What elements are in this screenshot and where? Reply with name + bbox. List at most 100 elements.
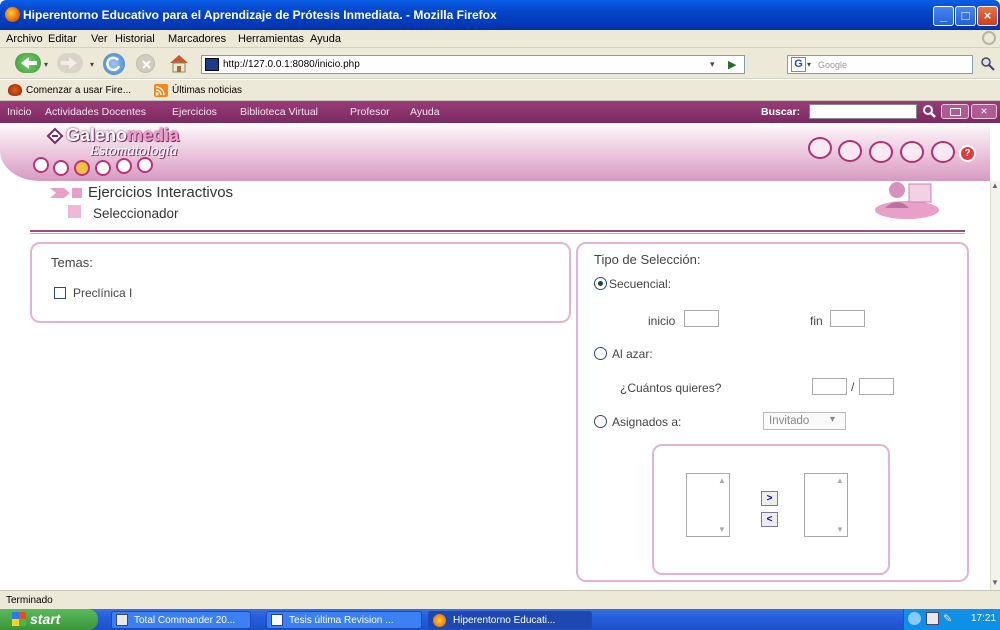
fin-input[interactable]	[830, 310, 865, 327]
selected-list[interactable]: ▲ ▼	[804, 473, 848, 537]
list-scroll-down-icon[interactable]: ▼	[836, 525, 844, 534]
scroll-down-icon[interactable]: ▼	[991, 578, 999, 587]
list-scroll-down-icon[interactable]: ▼	[718, 525, 726, 534]
home-round-icon[interactable]	[808, 137, 832, 159]
list-scroll-up-icon[interactable]: ▲	[836, 476, 844, 485]
search-small-icon[interactable]	[53, 160, 69, 176]
list-scroll-up-icon[interactable]: ▲	[718, 476, 726, 485]
temas-heading: Temas:	[51, 255, 93, 270]
task-label: Tesis última Revision ...	[289, 615, 394, 626]
menu-historial[interactable]: Historial	[115, 33, 155, 45]
menu-editar[interactable]: Editar	[48, 33, 77, 45]
logo-accent: media	[127, 125, 180, 145]
maximize-button[interactable]: □	[955, 6, 976, 26]
inicio-input[interactable]	[684, 310, 719, 327]
nav-biblioteca-virtual[interactable]: Biblioteca Virtual	[240, 106, 318, 118]
secuencial-radio[interactable]	[594, 277, 607, 290]
asignados-select[interactable]: Invitado ▾	[763, 412, 846, 430]
help-round-icon[interactable]: ?	[959, 145, 976, 162]
nav-ayuda[interactable]: Ayuda	[410, 106, 440, 118]
word-icon	[271, 614, 283, 626]
menu-ver[interactable]: Ver	[91, 33, 108, 45]
asignados-radio[interactable]	[594, 415, 607, 428]
address-bar[interactable]: http://127.0.0.1:8080/inicio.php ▾ ▶	[201, 55, 745, 74]
task-firefox[interactable]: Hiperentorno Educati...	[428, 611, 592, 629]
back-dropdown-icon[interactable]: ▾	[44, 60, 48, 69]
reload-icon[interactable]	[103, 53, 125, 75]
tema-checkbox[interactable]	[54, 287, 66, 299]
task-label: Total Commander 20...	[134, 615, 236, 626]
cuantos-input-2[interactable]	[859, 378, 894, 395]
cuantos-input-1[interactable]	[812, 378, 847, 395]
task-total-commander[interactable]: Total Commander 20...	[111, 611, 251, 629]
bookmark-latest-news[interactable]: Últimas noticias	[172, 85, 242, 96]
menu-archivo[interactable]: Archivo	[6, 33, 43, 45]
bookmark-getting-started[interactable]: Comenzar a usar Fire...	[26, 85, 131, 96]
close-button[interactable]: ×	[977, 6, 998, 26]
available-list[interactable]: ▲ ▼	[686, 473, 730, 537]
share-round-icon[interactable]	[931, 141, 955, 163]
forward-icon[interactable]	[57, 53, 83, 73]
azar-radio[interactable]	[594, 347, 607, 360]
task-word-document[interactable]: Tesis última Revision ...	[266, 611, 422, 629]
secuencial-label: Secuencial:	[609, 277, 672, 291]
stop-icon[interactable]	[136, 54, 155, 73]
print-round-icon[interactable]	[900, 141, 924, 163]
student-desk-icon	[873, 178, 943, 220]
forward-dropdown-icon[interactable]: ▾	[90, 60, 94, 69]
move-right-button[interactable]: >	[761, 491, 778, 506]
close-page-icon[interactable]: ×	[971, 104, 997, 119]
url-dropdown-icon[interactable]: ▾	[710, 59, 715, 70]
window-titlebar[interactable]: Hiperentorno Educativo para el Aprendiza…	[0, 0, 1000, 30]
scroll-up-icon[interactable]: ▲	[991, 181, 999, 190]
logo-icon	[46, 127, 64, 145]
go-icon[interactable]: ▶	[728, 58, 736, 71]
menu-ayuda[interactable]: Ayuda	[310, 33, 341, 45]
site-search-input[interactable]	[809, 104, 917, 119]
windows-logo-icon	[12, 612, 26, 626]
tray-pen-icon[interactable]: ✎	[943, 612, 956, 625]
clock: 17:21	[971, 613, 997, 624]
save-round-icon[interactable]	[869, 141, 893, 163]
search-label: Buscar:	[761, 106, 801, 118]
help-small-icon[interactable]	[95, 160, 111, 176]
book-icon[interactable]	[33, 157, 49, 173]
nav-inicio[interactable]: Inicio	[7, 106, 32, 118]
throbber-icon	[982, 31, 996, 45]
url-text: http://127.0.0.1:8080/inicio.php	[223, 59, 360, 70]
google-icon[interactable]: G	[791, 57, 806, 72]
system-tray: ✎ 17:21	[903, 609, 1000, 630]
search-engine-dropdown-icon[interactable]: ▾	[807, 60, 811, 69]
nav-ejercicios[interactable]: Ejercicios	[172, 106, 217, 118]
magnifier-icon[interactable]	[980, 56, 996, 72]
compass-icon[interactable]	[74, 160, 90, 176]
section-arrow-icon	[50, 186, 84, 200]
header-divider-thin	[30, 233, 965, 234]
menu-herramientas[interactable]: Herramientas	[238, 33, 304, 45]
hourglass-icon[interactable]	[137, 157, 153, 173]
page-subtitle: Seleccionador	[93, 206, 179, 221]
back-icon[interactable]	[15, 53, 41, 73]
restore-page-icon[interactable]	[941, 104, 969, 119]
users-round-icon[interactable]	[838, 140, 862, 162]
equals-icon[interactable]	[116, 158, 132, 174]
nav-actividades-docentes[interactable]: Actividades Docentes	[45, 106, 146, 118]
cuantos-separator: /	[851, 380, 855, 394]
cuantos-label: ¿Cuántos quieres?	[620, 381, 722, 395]
azar-label: Al azar:	[612, 347, 653, 361]
nav-profesor[interactable]: Profesor	[350, 106, 390, 118]
floppy-icon	[116, 614, 128, 626]
tray-network-icon[interactable]	[926, 612, 939, 625]
search-box[interactable]: G ▾ Google	[787, 55, 973, 74]
minimize-button[interactable]: _	[933, 6, 954, 26]
tray-arrow-icon[interactable]	[908, 612, 921, 625]
page-title: Ejercicios Interactivos	[88, 184, 234, 201]
home-icon[interactable]	[168, 53, 190, 73]
fin-label: fin	[810, 314, 823, 328]
search-icon[interactable]	[922, 104, 936, 119]
start-button[interactable]: start	[0, 609, 98, 630]
firefox-task-icon	[433, 614, 446, 627]
page-scrollbar[interactable]: ▲ ▼	[990, 181, 1000, 590]
move-left-button[interactable]: <	[761, 512, 778, 527]
menu-marcadores[interactable]: Marcadores	[168, 33, 226, 45]
